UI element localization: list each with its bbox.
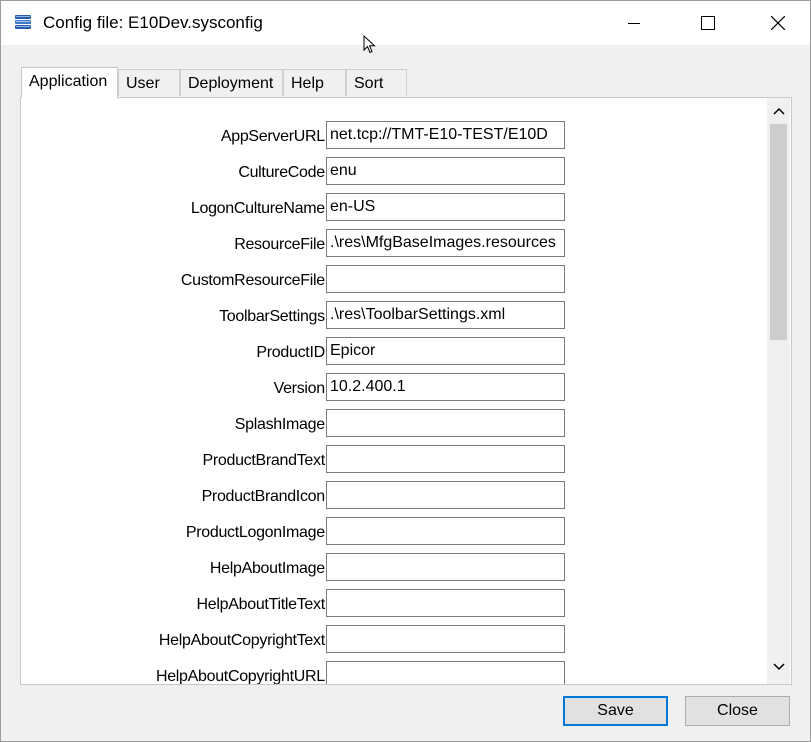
maximize-icon [701,16,715,30]
setting-value-field[interactable]: net.tcp://TMT-E10-TEST/E10D [326,121,565,149]
setting-label: Version: [273,380,330,397]
save-button[interactable]: Save [563,696,668,726]
setting-label: ProductBrandText: [202,452,329,469]
close-window-button[interactable] [755,1,801,45]
setting-value-field[interactable]: Epicor [326,337,565,365]
setting-row: ProductID: Epicor [21,336,781,372]
setting-value-field[interactable] [326,481,565,509]
title-bar[interactable]: Config file: E10Dev.sysconfig [1,1,810,45]
setting-label: HelpAboutCopyrightText: [158,632,329,649]
setting-label: ResourceFile: [234,236,329,253]
setting-value-field[interactable]: en-US [326,193,565,221]
tab-deployment[interactable]: Deployment [180,69,283,96]
database-stack-icon [13,13,33,33]
setting-row: ProductLogonImage: [21,516,781,552]
window-title: Config file: E10Dev.sysconfig [43,13,263,32]
setting-label: CustomResourceFile: [180,272,329,289]
setting-value-field[interactable] [326,517,565,545]
setting-value-field[interactable] [326,265,565,293]
setting-value-field[interactable]: 10.2.400.1 [326,373,565,401]
setting-row: HelpAboutCopyrightURL: [21,660,781,685]
setting-row: ProductBrandText: [21,444,781,480]
setting-value-field[interactable] [326,625,565,653]
setting-label: AppServerURL: [220,128,329,145]
tab-sort[interactable]: Sort [346,69,407,96]
setting-value-field[interactable]: enu [326,157,565,185]
application-settings-panel: AppServerURL: net.tcp://TMT-E10-TEST/E10D… [20,97,792,685]
setting-row: HelpAboutImage: [21,552,781,588]
close-button[interactable]: Close [685,696,790,726]
setting-label: ToolbarSettings: [219,308,329,325]
setting-label: LogonCultureName: [190,200,329,217]
maximize-button[interactable] [685,1,731,45]
setting-value-field[interactable] [326,553,565,581]
setting-label: ProductID: [256,344,329,361]
setting-row: ResourceFile: .\res\MfgBaseImages.resourc… [21,228,781,264]
chevron-up-icon [772,102,785,120]
setting-row: Version: 10.2.400.1 [21,372,781,408]
setting-row: SplashImage: [21,408,781,444]
minimize-button[interactable] [611,1,657,45]
vertical-scrollbar[interactable] [767,98,790,684]
setting-label: SplashImage: [234,416,330,433]
setting-label: HelpAboutCopyrightURL: [155,668,329,685]
tab-application[interactable]: Application [21,67,118,98]
setting-row: HelpAboutTitleText: [21,588,781,624]
setting-label: ProductBrandIcon: [201,488,330,505]
setting-row: LogonCultureName: en-US [21,192,781,228]
setting-value-field[interactable] [326,661,565,684]
scrollbar-thumb[interactable] [770,124,787,340]
config-window: Config file: E10Dev.sysconfig Applicatio… [0,0,811,742]
setting-value-field[interactable]: .\res\MfgBaseImages.resources [326,229,565,257]
setting-row: ToolbarSettings: .\res\ToolbarSettings.xm… [21,300,781,336]
chevron-down-icon [772,658,785,676]
setting-label: ProductLogonImage: [185,524,329,541]
setting-label: HelpAboutTitleText: [196,596,330,613]
setting-label: HelpAboutImage: [209,560,329,577]
setting-row: HelpAboutCopyrightText: [21,624,781,660]
setting-row: ProductBrandIcon: [21,480,781,516]
tab-user[interactable]: User [118,69,180,96]
scroll-down-button[interactable] [767,656,790,678]
setting-row: AppServerURL: net.tcp://TMT-E10-TEST/E10D [21,120,781,156]
setting-value-field[interactable]: .\res\ToolbarSettings.xml [326,301,565,329]
setting-row: CustomResourceFile: [21,264,781,300]
setting-value-field[interactable] [326,409,565,437]
close-icon [771,16,785,30]
setting-row: CultureCode: enu [21,156,781,192]
setting-label: CultureCode: [238,164,329,181]
setting-value-field[interactable] [326,589,565,617]
minimize-icon [628,17,640,29]
scroll-up-button[interactable] [767,100,790,122]
tab-help[interactable]: Help [283,69,346,96]
setting-value-field[interactable] [326,445,565,473]
mouse-pointer-icon [363,34,377,60]
